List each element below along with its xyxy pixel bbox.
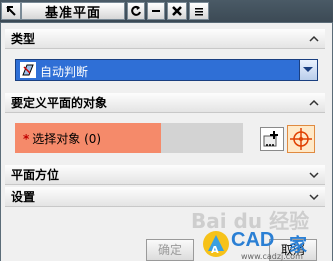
required-mark: * (23, 132, 30, 146)
chevron-down-icon (303, 67, 313, 72)
point-plus-icon (263, 131, 278, 147)
point-dialog-button[interactable] (260, 127, 284, 151)
cad-text: CAD (231, 229, 275, 251)
minus-icon[interactable] (147, 2, 165, 20)
logo-icon: A (203, 231, 229, 257)
section-objects-label: 要定义平面的对象 (11, 96, 108, 110)
title-bar: 基准平面 (0, 0, 333, 22)
dropdown-button[interactable] (299, 60, 317, 80)
cad-logo: A CAD 家 www.cadzj.com (201, 227, 326, 261)
menu-icon[interactable] (189, 2, 209, 20)
object-selector-text: 选择对象 (0) (32, 132, 102, 146)
url-text: www.cadzj.com (241, 252, 303, 261)
datum-plane-dialog: 类型 自动判断 要定义平面的对象 * 选择对象 (0) 平面方位 设置 Bai … (1, 23, 332, 261)
reset-icon[interactable] (127, 2, 145, 20)
section-type-label: 类型 (11, 32, 36, 46)
section-settings-label: 设置 (11, 190, 36, 204)
type-select[interactable]: 自动判断 (15, 59, 318, 81)
chevron-down-icon[interactable] (309, 170, 319, 180)
type-select-value: 自动判断 (40, 65, 89, 79)
object-selector[interactable]: * 选择对象 (0) (15, 123, 243, 153)
section-objects-header[interactable]: 要定义平面的对象 (5, 93, 325, 113)
section-settings-header[interactable]: 设置 (5, 187, 325, 207)
svg-text:A: A (211, 245, 219, 256)
ok-button[interactable]: 确定 (146, 239, 194, 261)
section-type-header[interactable]: 类型 (5, 29, 325, 49)
close-icon[interactable] (167, 2, 187, 20)
chevron-up-icon[interactable] (309, 34, 319, 44)
crosshair-button[interactable] (287, 125, 315, 153)
window-title: 基准平面 (21, 2, 125, 21)
object-selector-label: * 选择对象 (0) (23, 130, 101, 147)
inferred-plane-icon (20, 62, 36, 78)
chevron-down-icon[interactable] (309, 192, 319, 202)
chevron-up-icon[interactable] (309, 98, 319, 108)
section-orientation-header[interactable]: 平面方位 (5, 165, 325, 185)
section-orientation-label: 平面方位 (11, 168, 60, 182)
crosshair-icon (290, 128, 312, 150)
arrow-icon[interactable] (1, 2, 21, 20)
